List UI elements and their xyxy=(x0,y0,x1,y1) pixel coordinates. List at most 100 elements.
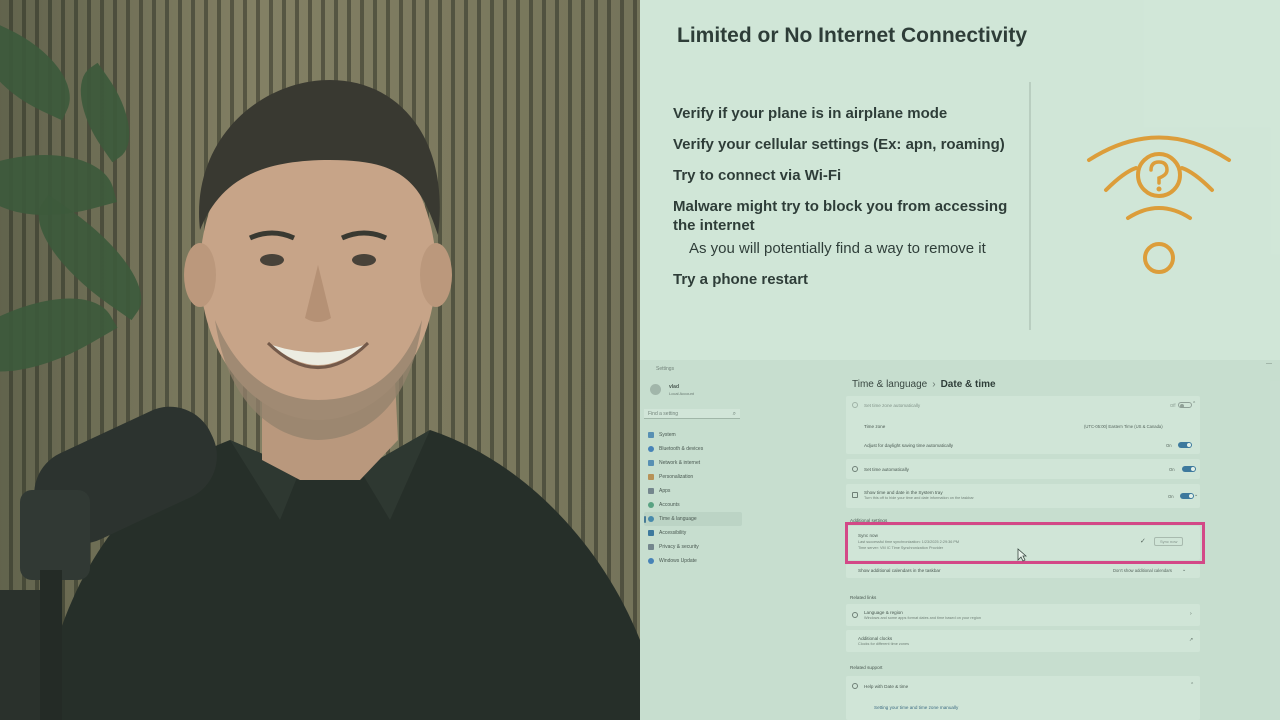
sidebar-item-bluetooth[interactable]: Bluetooth & devices xyxy=(644,442,742,456)
bullet-item: Malware might try to block you from acce… xyxy=(673,198,1008,234)
breadcrumb: Time & language › Date & time xyxy=(852,379,996,390)
bullet-item: Verify if your plane is in airplane mode xyxy=(673,105,948,122)
calendars-dropdown[interactable]: Don't show additional calendars xyxy=(1113,568,1172,573)
avatar xyxy=(650,384,661,395)
sidebar-item-apps[interactable]: Apps xyxy=(644,484,742,498)
tray-row: Show time and date in the System tray Tu… xyxy=(846,484,1200,508)
sidebar-item-label: Accounts xyxy=(659,502,680,508)
window-minimize-icon[interactable]: — xyxy=(1266,361,1272,367)
tray-label: Show time and date in the System tray xyxy=(864,490,943,495)
timezone-group: Set time zone automatically Off ⌃ Time z… xyxy=(846,396,1200,454)
tray-state: On xyxy=(1168,494,1174,499)
sidebar-nav: System Bluetooth & devices Network & int… xyxy=(644,428,742,568)
clock-icon xyxy=(852,466,858,472)
language-region-sublabel: Windows and some apps format dates and t… xyxy=(864,616,981,620)
search-icon: ⌕ xyxy=(732,411,736,417)
slide-title: Limited or No Internet Connectivity xyxy=(677,24,1028,47)
slide-divider xyxy=(1029,82,1031,330)
tray-toggle[interactable] xyxy=(1180,493,1194,499)
language-icon xyxy=(852,612,858,618)
chevron-up-icon[interactable]: ⌃ xyxy=(1190,682,1194,688)
bluetooth-icon xyxy=(648,446,654,452)
language-region-label: Language & region xyxy=(864,610,903,615)
additional-clocks-sublabel: Clocks for different time zones xyxy=(858,642,909,646)
sidebar-item-time-language[interactable]: Time & language xyxy=(644,512,742,526)
chevron-down-icon[interactable]: ⌄ xyxy=(1182,567,1186,573)
sidebar-item-label: Network & internet xyxy=(659,460,701,466)
sidebar-item-windows-update[interactable]: Windows Update xyxy=(644,554,742,568)
external-link-icon: ↗ xyxy=(1189,637,1194,643)
sidebar-item-accessibility[interactable]: Accessibility xyxy=(644,526,742,540)
set-timezone-auto-state: Off xyxy=(1170,403,1176,408)
slide-panel: Limited or No Internet Connectivity Veri… xyxy=(640,0,1280,360)
set-timezone-auto-label: Set time zone automatically xyxy=(864,403,921,408)
set-time-auto-label: Set time automatically xyxy=(864,467,909,472)
bullet-item: Try a phone restart xyxy=(673,271,809,288)
additional-clocks-row[interactable]: Additional clocks Clocks for different t… xyxy=(846,630,1200,652)
globe-icon xyxy=(852,683,858,689)
breadcrumb-chevron-icon: › xyxy=(932,379,936,390)
search-placeholder: Find a setting xyxy=(648,411,679,417)
network-icon xyxy=(648,460,654,466)
time-zone-dropdown[interactable]: (UTC-05:00) Eastern Time (US & Canada) xyxy=(1084,424,1163,429)
sidebar-item-accounts[interactable]: Accounts xyxy=(644,498,742,512)
search-input[interactable]: Find a setting ⌕ xyxy=(644,409,740,419)
sidebar-item-system[interactable]: System xyxy=(644,428,742,442)
page-title: Date & time xyxy=(940,379,996,390)
help-label[interactable]: Help with Date & time xyxy=(864,684,908,689)
calendars-label: Show additional calendars in the taskbar xyxy=(858,568,941,573)
microphone xyxy=(0,406,217,720)
sidebar-item-privacy[interactable]: Privacy & security xyxy=(644,540,742,554)
set-time-auto-toggle[interactable] xyxy=(1182,466,1196,472)
bullet-list: Verify if your plane is in airplane mode… xyxy=(673,104,1023,301)
dst-state: On xyxy=(1166,443,1172,448)
calendar-icon xyxy=(852,492,858,498)
window-title: Settings xyxy=(656,366,675,372)
accounts-icon xyxy=(648,502,654,508)
sidebar-item-label: System xyxy=(659,432,676,438)
sidebar-item-label: Time & language xyxy=(659,516,697,522)
system-icon xyxy=(648,432,654,438)
language-region-row[interactable]: Language & region Windows and some apps … xyxy=(846,604,1200,626)
sidebar-item-label: Privacy & security xyxy=(659,544,699,550)
help-link[interactable]: Setting your time and time zone manually xyxy=(874,705,958,710)
settings-window: Settings — vlad Local Account Find a set… xyxy=(640,360,1280,720)
dst-label: Adjust for daylight saving time automati… xyxy=(864,443,954,448)
brush-icon xyxy=(648,474,654,480)
user-account-type: Local Account xyxy=(669,391,694,396)
mouse-cursor-icon xyxy=(1017,548,1027,562)
user-name: vlad xyxy=(669,384,680,390)
sidebar-item-network[interactable]: Network & internet xyxy=(644,456,742,470)
sub-bullet-item: As you will potentially find a way to re… xyxy=(689,240,986,257)
apps-icon xyxy=(648,488,654,494)
accessibility-icon xyxy=(648,530,654,536)
tray-sublabel: Turn this off to hide your time and date… xyxy=(864,496,974,500)
chevron-up-icon[interactable]: ⌃ xyxy=(1192,401,1196,407)
related-support-heading: Related support xyxy=(850,665,883,670)
chevron-right-icon: › xyxy=(1190,611,1192,617)
calendars-row: Show additional calendars in the taskbar… xyxy=(846,564,1200,578)
sidebar-item-label: Apps xyxy=(659,488,671,494)
shield-icon xyxy=(648,544,654,550)
dst-toggle[interactable] xyxy=(1178,442,1192,448)
chevron-down-icon[interactable]: ⌄ xyxy=(1194,492,1198,498)
additional-clocks-label: Additional clocks xyxy=(858,636,893,641)
sidebar-item-label: Windows Update xyxy=(659,558,697,564)
bullet-item: Verify your cellular settings (Ex: apn, … xyxy=(673,136,1005,153)
wifi-question-icon xyxy=(1087,135,1231,274)
set-timezone-auto-toggle[interactable] xyxy=(1178,402,1192,408)
help-group: Help with Date & time ⌃ Setting your tim… xyxy=(846,676,1200,720)
presenter-video xyxy=(0,0,640,720)
globe-clock-icon xyxy=(648,516,654,522)
sidebar-item-personalization[interactable]: Personalization xyxy=(644,470,742,484)
related-links-heading: Related links xyxy=(850,595,877,600)
sidebar-item-label: Bluetooth & devices xyxy=(659,446,704,452)
bullet-item: Try to connect via Wi-Fi xyxy=(673,167,842,184)
update-icon xyxy=(648,558,654,564)
set-time-auto-row: Set time automatically On xyxy=(846,459,1200,479)
sidebar-item-label: Personalization xyxy=(659,474,694,480)
globe-icon xyxy=(852,402,858,408)
set-time-auto-state: On xyxy=(1169,467,1175,472)
breadcrumb-parent[interactable]: Time & language xyxy=(852,379,927,390)
sidebar-item-label: Accessibility xyxy=(659,530,687,536)
